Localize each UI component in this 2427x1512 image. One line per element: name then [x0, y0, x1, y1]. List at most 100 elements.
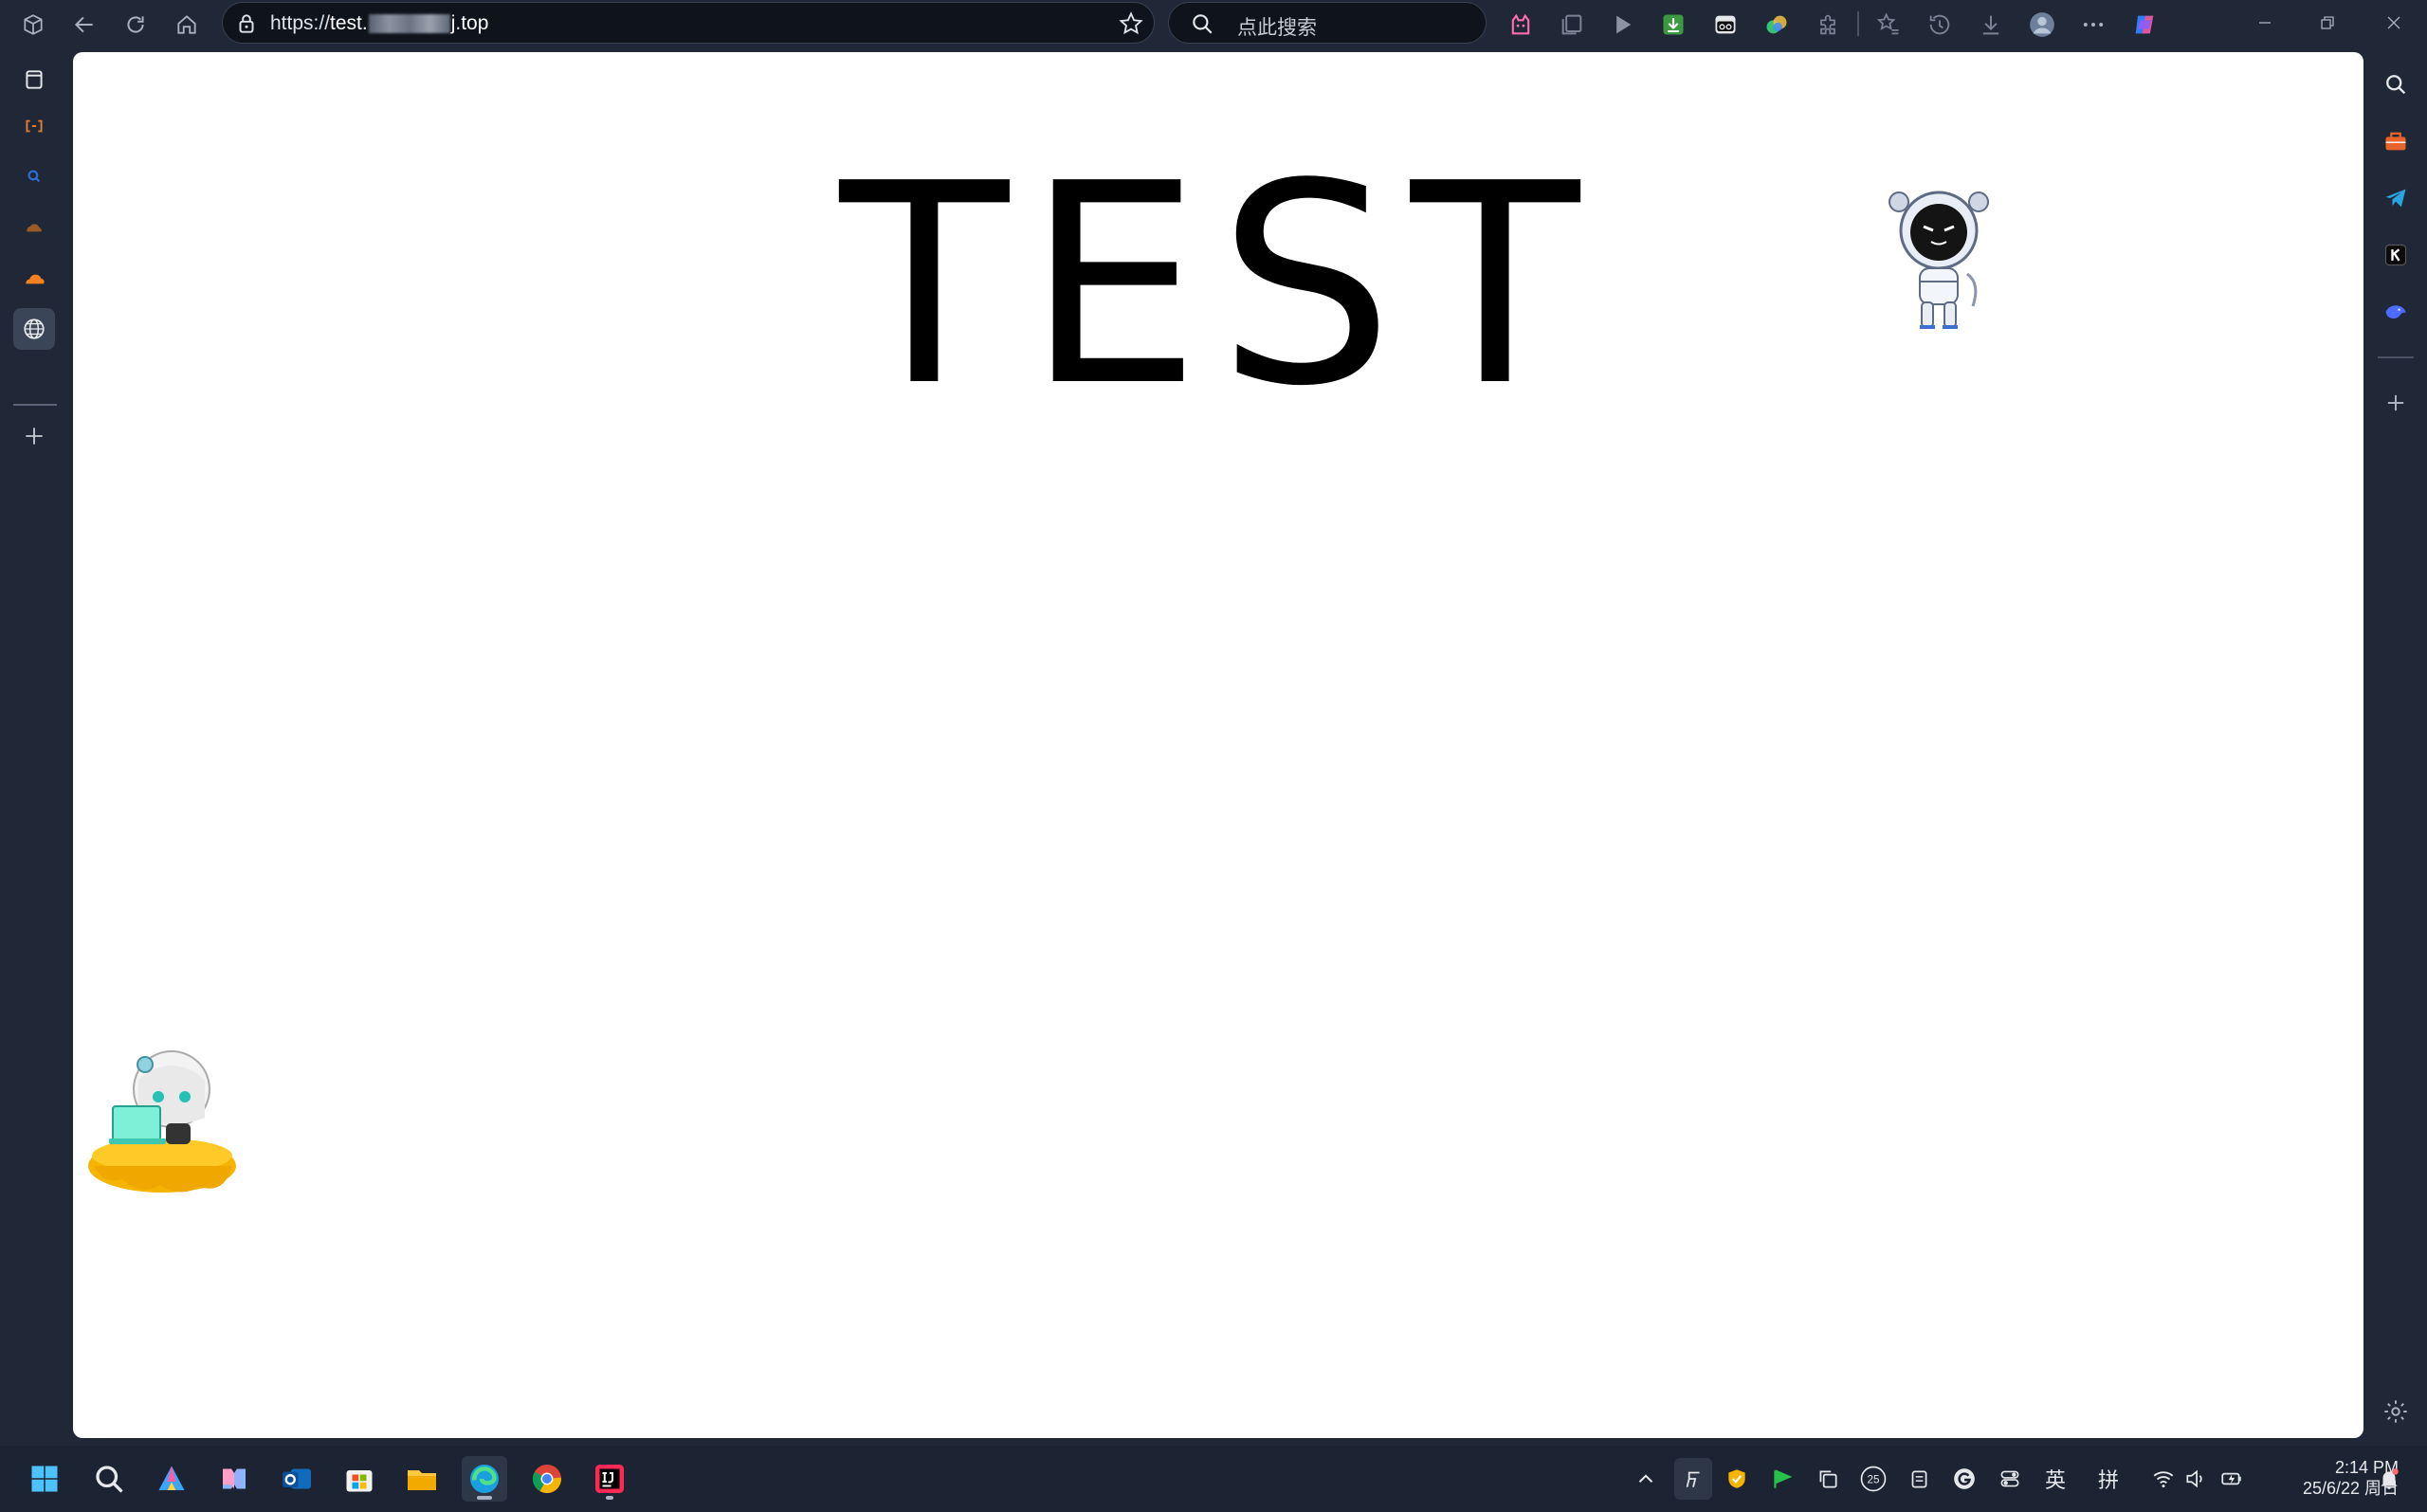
- k-letter-icon: [2384, 244, 2407, 266]
- tray-copy-app[interactable]: [1811, 1462, 1845, 1496]
- edge-right-sidebar: [2364, 47, 2427, 1446]
- web-page-content: TEST: [73, 52, 2363, 1438]
- sidebar-tools-button[interactable]: [2374, 119, 2418, 163]
- taskbar-outlook[interactable]: [274, 1456, 319, 1502]
- sidebar-tab-cloudflare[interactable]: [13, 258, 55, 300]
- tray-ime-mode[interactable]: 拼: [2091, 1462, 2126, 1496]
- tray-wifi[interactable]: [2146, 1462, 2181, 1496]
- notifications-button[interactable]: [2372, 1462, 2406, 1496]
- folder-icon: [408, 1470, 436, 1490]
- extensions-button[interactable]: [1811, 8, 1845, 42]
- cloudflare-icon: [26, 274, 45, 284]
- taskbar-search-button[interactable]: [86, 1456, 132, 1502]
- home-button[interactable]: [167, 5, 207, 45]
- tray-pen-app[interactable]: [1674, 1458, 1712, 1500]
- running-indicator: [606, 1496, 613, 1500]
- restore-icon: [2321, 16, 2334, 29]
- taskbar-chrome[interactable]: [524, 1456, 570, 1502]
- sidebar-tab-code[interactable]: [13, 105, 55, 147]
- close-button[interactable]: [2364, 0, 2423, 46]
- tray-battery[interactable]: [2215, 1462, 2249, 1496]
- puzzle-icon: [1820, 14, 1835, 35]
- whale-icon: [2385, 305, 2406, 319]
- tab-actions-button[interactable]: [13, 59, 55, 100]
- cloud-brown-icon: [27, 224, 42, 232]
- cat-face-icon: [1511, 13, 1530, 35]
- new-tab-button[interactable]: [13, 415, 55, 457]
- more-menu-button[interactable]: [2076, 8, 2110, 42]
- favorites-button[interactable]: [1871, 8, 1906, 42]
- taskbar-ai-app[interactable]: [149, 1456, 194, 1502]
- tray-volume[interactable]: [2179, 1462, 2213, 1496]
- sidebar-tab-globe-active[interactable]: [13, 308, 55, 350]
- pen-tool-icon: [1686, 1471, 1700, 1487]
- sidebar-settings-button[interactable]: [2374, 1390, 2418, 1433]
- url-scheme: https://: [270, 12, 331, 34]
- minimize-icon: [2259, 22, 2271, 24]
- back-button[interactable]: [64, 5, 104, 45]
- triangle-app-icon: [158, 1466, 185, 1490]
- tray-toggle-app[interactable]: [1993, 1462, 2027, 1496]
- tray-flag-app[interactable]: [1765, 1462, 1799, 1496]
- sidebar-k-app-button[interactable]: [2374, 233, 2418, 277]
- sidebar-divider: [13, 404, 57, 406]
- restore-button[interactable]: [2298, 0, 2357, 46]
- chevron-up-icon: [1638, 1474, 1653, 1483]
- minimize-button[interactable]: [2235, 0, 2294, 46]
- taskbar-intellij[interactable]: [587, 1456, 632, 1502]
- calendar-badge-text: 25: [1868, 1474, 1880, 1486]
- taskbar-store[interactable]: [337, 1456, 382, 1502]
- chrome-icon: [532, 1465, 561, 1494]
- badge-circle-icon: 25: [1860, 1466, 1887, 1492]
- tray-calendar-badge[interactable]: 25: [1856, 1462, 1890, 1496]
- search-icon: [96, 1466, 123, 1493]
- search-icon: [2386, 75, 2406, 95]
- taskbar-file-explorer[interactable]: [399, 1456, 445, 1502]
- favorite-star-icon[interactable]: [1118, 10, 1144, 37]
- favorites-star-list-icon: [1876, 12, 1899, 35]
- downloads-button[interactable]: [1974, 8, 2008, 42]
- ext-glasses-button[interactable]: [1708, 8, 1743, 42]
- history-button[interactable]: [1923, 8, 1957, 42]
- sidebar-add-button[interactable]: [2374, 381, 2418, 425]
- clipboard-icon: [1911, 1470, 1927, 1488]
- tray-ime-language[interactable]: 英: [2038, 1462, 2072, 1496]
- ext-colorful-button[interactable]: [1760, 8, 1794, 42]
- tray-security[interactable]: [1720, 1462, 1754, 1496]
- refresh-icon: [127, 16, 144, 33]
- download-box-icon: [1663, 14, 1684, 35]
- taskbar-edge[interactable]: [462, 1456, 507, 1502]
- tray-clipboard-app[interactable]: [1902, 1462, 1936, 1496]
- taskbar-notes-app[interactable]: [211, 1456, 257, 1502]
- address-bar[interactable]: https://test. j.top: [222, 2, 1155, 44]
- tray-g-app[interactable]: [1947, 1462, 1981, 1496]
- sidebar-tab-cloud-dark[interactable]: [13, 207, 55, 248]
- tray-overflow-button[interactable]: [1629, 1462, 1663, 1496]
- green-flag-icon: [1774, 1469, 1793, 1488]
- blue-search-icon: [27, 170, 41, 183]
- back-arrow-icon: [74, 16, 93, 33]
- search-box[interactable]: 点此搜索: [1168, 2, 1487, 44]
- paper-plane-icon: [2385, 189, 2406, 208]
- profile-button[interactable]: [2025, 8, 2059, 42]
- workspaces-button[interactable]: [13, 5, 53, 45]
- sidebar-search-button[interactable]: [2374, 63, 2418, 106]
- url-host-start: test.: [330, 12, 368, 34]
- ext-cat-button[interactable]: [1504, 8, 1538, 42]
- refresh-button[interactable]: [116, 5, 155, 45]
- store-icon: [346, 1470, 373, 1492]
- ext-collections-button[interactable]: [1555, 8, 1589, 42]
- close-icon: [2387, 16, 2400, 29]
- sidebar-tab-search[interactable]: [13, 155, 55, 197]
- vertical-tabs-sidebar: [0, 47, 72, 1446]
- download-icon: [1982, 15, 1999, 35]
- ext-play-button[interactable]: [1605, 8, 1639, 42]
- ext-download-helper-button[interactable]: [1656, 8, 1690, 42]
- sidebar-telegram-button[interactable]: [2374, 176, 2418, 220]
- copilot-button[interactable]: [2127, 8, 2162, 42]
- home-icon: [177, 15, 196, 34]
- intellij-icon: [595, 1465, 624, 1493]
- avatar: [2030, 12, 2054, 37]
- start-button[interactable]: [22, 1456, 67, 1502]
- sidebar-deepseek-button[interactable]: [2374, 290, 2418, 334]
